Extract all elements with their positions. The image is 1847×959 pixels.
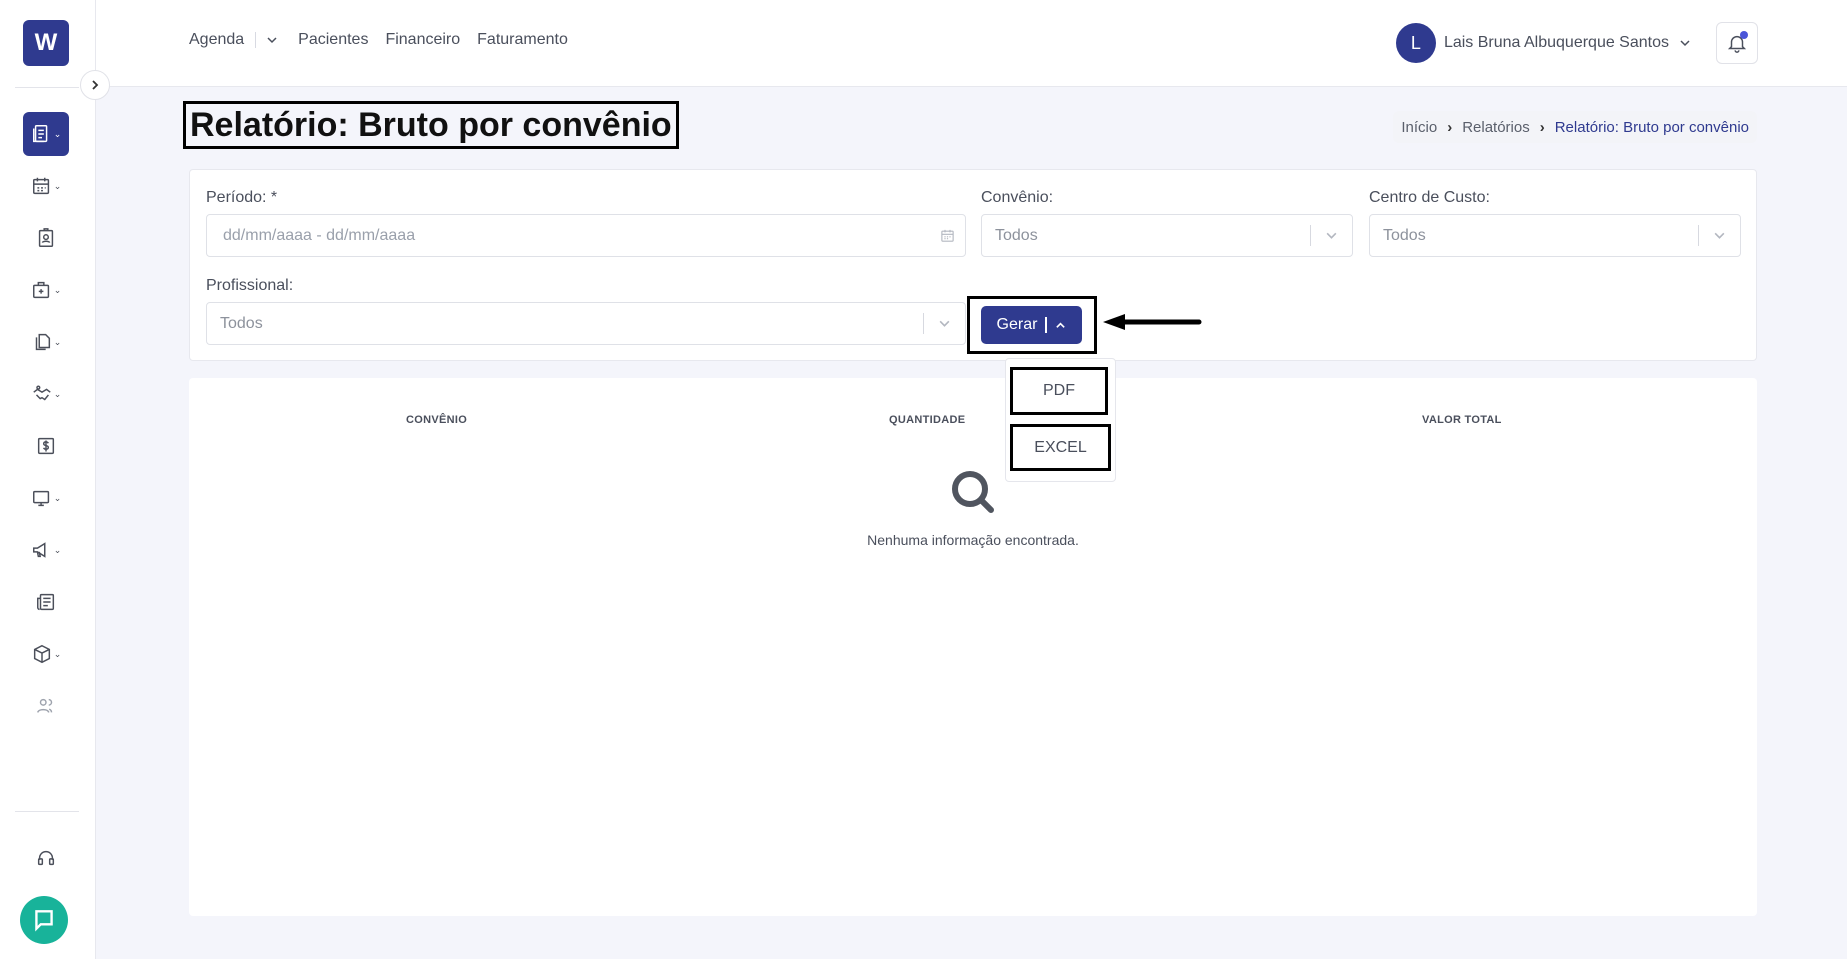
periodo-label: Período: * (206, 189, 278, 206)
chat-icon (35, 910, 53, 932)
sidebar-item-calendar[interactable]: ⌄ (23, 164, 69, 208)
reports-icon (32, 125, 48, 143)
sidebar-item-news[interactable] (23, 580, 69, 624)
gerar-separator (1045, 317, 1048, 333)
calendar-icon (941, 229, 954, 242)
empty-state-message: Nenhuma informação encontrada. (867, 532, 1079, 548)
periodo-input[interactable]: dd/mm/aaaa - dd/mm/aaaa (206, 214, 966, 257)
sidebar: W ⌄ ⌄ ⌄ ⌄ ⌄ ⌄ ⌄ ⌄ (0, 0, 96, 959)
user-menu[interactable]: L Lais Bruna Albuquerque Santos (1395, 23, 1691, 63)
sidebar-item-patients[interactable] (23, 216, 69, 260)
profissional-select[interactable]: Todos (206, 302, 966, 345)
arrow-annotation-icon (1103, 314, 1202, 330)
chevron-down-icon (1680, 40, 1690, 47)
gerar-button[interactable]: Gerar (981, 306, 1082, 344)
chevron-down-icon (1326, 232, 1336, 239)
notifications-button[interactable] (1716, 22, 1758, 64)
column-header-quantidade: QUANTIDADE (889, 414, 966, 426)
export-pdf-option[interactable]: PDF (1010, 367, 1108, 415)
nav-financeiro[interactable]: Financeiro (385, 31, 460, 49)
chevron-right-icon (92, 80, 99, 90)
medical-kit-icon (32, 281, 49, 299)
sidebar-item-medical[interactable]: ⌄ (23, 268, 69, 312)
chat-button[interactable] (20, 896, 68, 944)
sidebar-item-users[interactable] (23, 684, 69, 728)
sidebar-item-documents[interactable]: ⌄ (23, 320, 69, 364)
breadcrumb-separator-icon: › (1539, 118, 1545, 136)
centro-custo-select[interactable]: Todos (1369, 214, 1741, 257)
sidebar-item-stock[interactable]: ⌄ (23, 632, 69, 676)
chevron-down-icon (1714, 232, 1724, 239)
nav-agenda[interactable]: Agenda (189, 31, 244, 49)
gerar-label: Gerar (996, 316, 1038, 333)
sidebar-item-reports[interactable]: ⌄ (23, 112, 69, 156)
app-logo[interactable]: W (23, 20, 69, 66)
sidebar-item-agreements[interactable]: ⌄ (23, 372, 69, 416)
sidebar-divider (15, 87, 79, 88)
centro-custo-value: Todos (1383, 226, 1426, 244)
nav-pacientes[interactable]: Pacientes (298, 31, 368, 49)
convenio-value: Todos (995, 226, 1038, 244)
monitor-icon (32, 490, 49, 507)
user-name: Lais Bruna Albuquerque Santos (1443, 34, 1669, 51)
nav-divider (255, 32, 257, 48)
dollar-icon (37, 437, 55, 455)
convenio-label: Convênio: (981, 189, 1054, 206)
patient-id-icon (38, 228, 54, 247)
sidebar-divider (15, 811, 79, 812)
sidebar-item-monitor[interactable]: ⌄ (23, 476, 69, 520)
breadcrumb: Início › Relatórios › Relatório: Bruto p… (1393, 111, 1757, 143)
convenio-dropdown-indicator[interactable] (1310, 215, 1352, 256)
headset-icon (37, 850, 55, 866)
documents-icon (35, 333, 50, 351)
page-title: Relatório: Bruto por convênio (183, 101, 679, 149)
breadcrumb-current: Relatório: Bruto por convênio (1554, 118, 1749, 136)
search-icon (952, 471, 994, 513)
sidebar-toggle-button[interactable] (80, 70, 110, 100)
package-icon (33, 644, 50, 664)
breadcrumb-home[interactable]: Início (1401, 119, 1437, 136)
convenio-select[interactable]: Todos (981, 214, 1353, 257)
profissional-value: Todos (220, 314, 263, 332)
notification-dot (1740, 31, 1748, 39)
results-table: CONVÊNIO QUANTIDADE VALOR TOTAL Nenhuma … (189, 378, 1757, 916)
newspaper-icon (37, 593, 55, 611)
profissional-label: Profissional: (206, 277, 294, 294)
sidebar-item-support[interactable] (23, 836, 69, 880)
users-icon (37, 698, 53, 713)
logo-text: W (34, 29, 58, 56)
top-header: Agenda Pacientes Financeiro Faturamento … (96, 0, 1847, 87)
column-header-convenio: CONVÊNIO (406, 414, 468, 426)
centro-custo-dropdown-indicator[interactable] (1698, 215, 1740, 256)
agenda-dropdown-toggle[interactable] (266, 34, 278, 46)
sidebar-item-finance[interactable] (23, 424, 69, 468)
export-excel-option[interactable]: EXCEL (1010, 424, 1111, 471)
chevron-down-icon (939, 320, 949, 327)
chevron-up-icon (1056, 321, 1066, 328)
periodo-placeholder: dd/mm/aaaa - dd/mm/aaaa (223, 226, 416, 244)
handshake-icon (33, 385, 51, 401)
top-nav: Agenda Pacientes Financeiro Faturamento (189, 31, 585, 49)
nav-faturamento[interactable]: Faturamento (477, 31, 568, 49)
sidebar-item-marketing[interactable]: ⌄ (23, 528, 69, 572)
profissional-dropdown-indicator[interactable] (923, 303, 965, 344)
calendar-icon (32, 177, 49, 195)
chevron-down-icon (267, 37, 277, 44)
breadcrumb-separator-icon: › (1447, 118, 1453, 136)
column-header-valor-total: VALOR TOTAL (1422, 414, 1502, 426)
megaphone-icon (32, 542, 46, 558)
breadcrumb-reports[interactable]: Relatórios (1462, 119, 1530, 136)
centro-custo-label: Centro de Custo: (1369, 189, 1490, 206)
avatar: L (1395, 23, 1436, 63)
